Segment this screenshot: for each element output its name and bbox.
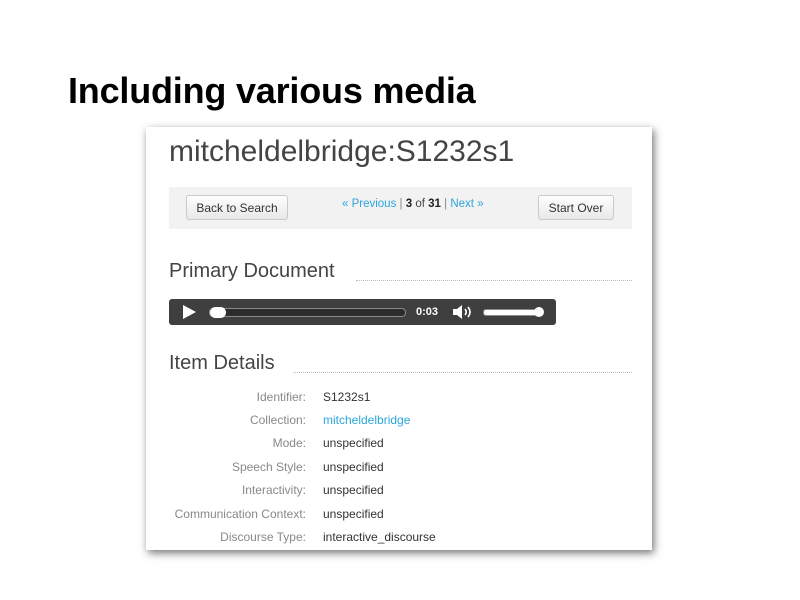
detail-label: Communication Context: bbox=[174, 507, 306, 521]
detail-row-interactivity: Interactivity: unspecified bbox=[146, 483, 652, 503]
section-divider bbox=[293, 372, 632, 373]
of-label: of bbox=[415, 198, 425, 210]
progress-slider[interactable] bbox=[209, 307, 406, 318]
detail-value: unspecified bbox=[323, 483, 384, 497]
detail-value: S1232s1 bbox=[323, 390, 371, 404]
detail-value: interactive_discourse bbox=[323, 530, 436, 544]
detail-row-speech-style: Speech Style: unspecified bbox=[146, 460, 652, 480]
slide-title: Including various media bbox=[68, 70, 476, 111]
total-count: 31 bbox=[428, 198, 441, 210]
pager-separator: | bbox=[444, 198, 448, 210]
play-icon[interactable] bbox=[183, 305, 196, 319]
record-title: mitcheldelbridge:S1232s1 bbox=[169, 135, 515, 168]
detail-value: unspecified bbox=[323, 507, 384, 521]
detail-label: Collection: bbox=[249, 413, 306, 427]
detail-label: Identifier: bbox=[256, 390, 306, 404]
detail-row-communication-context: Communication Context: unspecified bbox=[146, 507, 652, 527]
audio-player: 0:03 bbox=[169, 299, 556, 325]
pager-separator: | bbox=[399, 198, 403, 210]
detail-label: Speech Style: bbox=[231, 460, 306, 474]
detail-label: Interactivity: bbox=[241, 483, 306, 497]
start-over-button[interactable]: Start Over bbox=[538, 195, 614, 220]
detail-row-mode: Mode: unspecified bbox=[146, 436, 652, 456]
volume-icon[interactable] bbox=[452, 304, 474, 320]
detail-row-collection: Collection: mitcheldelbridge bbox=[146, 413, 652, 433]
detail-label: Mode: bbox=[272, 436, 306, 450]
item-page-screenshot: mitcheldelbridge:S1232s1 Back to Search … bbox=[146, 127, 652, 550]
record-nav-bar: Back to Search « Previous | 3 of 31 | Ne… bbox=[169, 187, 632, 229]
volume-knob[interactable] bbox=[534, 307, 544, 317]
collection-link[interactable]: mitcheldelbridge bbox=[323, 413, 410, 427]
volume-slider[interactable] bbox=[483, 307, 544, 317]
detail-row-discourse-type: Discourse Type: interactive_discourse bbox=[146, 530, 652, 550]
time-display: 0:03 bbox=[416, 306, 439, 318]
detail-value: unspecified bbox=[323, 436, 384, 450]
item-details-heading: Item Details bbox=[169, 352, 275, 374]
current-index: 3 bbox=[405, 198, 413, 210]
detail-row-identifier: Identifier: S1232s1 bbox=[146, 390, 652, 410]
detail-label: Discourse Type: bbox=[220, 530, 306, 544]
primary-document-heading: Primary Document bbox=[169, 260, 335, 282]
detail-value: unspecified bbox=[323, 460, 384, 474]
progress-knob[interactable] bbox=[210, 307, 226, 318]
previous-link[interactable]: « Previous bbox=[342, 198, 396, 210]
pager: « Previous | 3 of 31 | Next » bbox=[342, 198, 484, 210]
back-to-search-button[interactable]: Back to Search bbox=[186, 195, 288, 220]
section-divider bbox=[356, 280, 632, 281]
next-link[interactable]: Next » bbox=[450, 198, 483, 210]
